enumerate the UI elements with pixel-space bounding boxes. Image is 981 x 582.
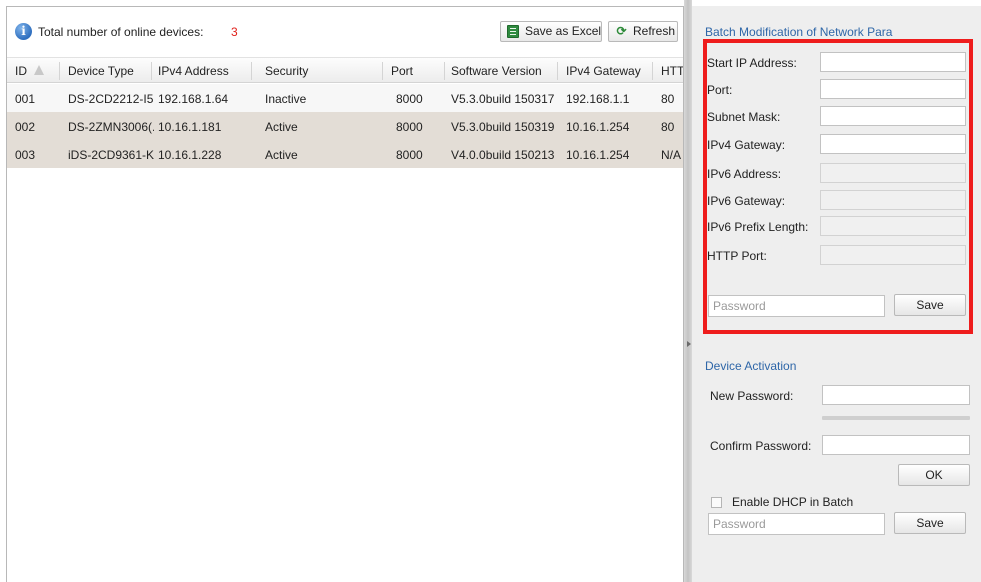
device-activation-title: Device Activation bbox=[705, 359, 797, 373]
cell-software-version: V5.3.0build 150319 bbox=[451, 120, 555, 134]
batch-password-input[interactable] bbox=[708, 295, 885, 317]
column-divider[interactable] bbox=[444, 62, 445, 80]
column-header-id[interactable]: ID bbox=[15, 64, 27, 78]
cell-ipv4-gateway: 192.168.1.1 bbox=[566, 92, 630, 106]
ok-button[interactable]: OK bbox=[898, 464, 970, 486]
batch-modification-title: Batch Modification of Network Para bbox=[705, 25, 893, 39]
refresh-icon: ⟳ bbox=[616, 24, 627, 38]
total-devices-label: Total number of online devices: bbox=[38, 25, 204, 39]
cell-port: 8000 bbox=[396, 120, 423, 134]
start-ip-address-input[interactable] bbox=[820, 52, 966, 72]
table-row[interactable]: 002 DS-2ZMN3006(... 10.16.1.181 Active 8… bbox=[7, 112, 683, 140]
cell-ipv4-address: 10.16.1.228 bbox=[158, 148, 222, 162]
dhcp-save-button[interactable]: Save bbox=[894, 512, 966, 534]
column-divider[interactable] bbox=[251, 62, 252, 80]
refresh-label: Refresh bbox=[633, 24, 676, 38]
cell-id: 003 bbox=[15, 148, 36, 162]
save-as-excel-label: Save as Excel bbox=[525, 24, 602, 38]
password-strength-bar bbox=[822, 416, 970, 420]
panel-splitter[interactable] bbox=[684, 0, 692, 582]
save-as-excel-button[interactable]: Save as Excel bbox=[500, 21, 602, 42]
collapse-arrow-icon[interactable] bbox=[687, 341, 691, 347]
column-divider[interactable] bbox=[652, 62, 653, 80]
ipv6-address-label: IPv6 Address: bbox=[707, 167, 782, 181]
new-password-label: New Password: bbox=[710, 389, 794, 403]
ipv6-address-input bbox=[820, 163, 966, 183]
ipv4-gateway-input[interactable] bbox=[820, 134, 966, 154]
ipv6-gateway-label: IPv6 Gateway: bbox=[707, 194, 786, 208]
column-header-ipv4-gateway[interactable]: IPv4 Gateway bbox=[566, 64, 641, 78]
column-header-software-version[interactable]: Software Version bbox=[451, 64, 542, 78]
table-row[interactable]: 001 DS-2CD2212-I5 192.168.1.64 Inactive … bbox=[7, 84, 683, 112]
cell-security: Active bbox=[265, 148, 298, 162]
table-row[interactable]: 003 iDS-2CD9361-KS 10.16.1.228 Active 80… bbox=[7, 140, 683, 168]
start-ip-address-label: Start IP Address: bbox=[707, 56, 797, 70]
enable-dhcp-label[interactable]: Enable DHCP in Batch bbox=[732, 495, 853, 509]
subnet-mask-label: Subnet Mask: bbox=[707, 110, 781, 124]
cell-ipv4-address: 192.168.1.64 bbox=[158, 92, 229, 106]
column-divider[interactable] bbox=[151, 62, 152, 80]
column-header-device-type[interactable]: Device Type bbox=[68, 64, 134, 78]
confirm-password-label: Confirm Password: bbox=[710, 439, 812, 453]
cell-ipv4-gateway: 10.16.1.254 bbox=[566, 148, 630, 162]
cell-port: 8000 bbox=[396, 148, 423, 162]
enable-dhcp-checkbox[interactable] bbox=[711, 497, 722, 508]
cell-ipv4-gateway: 10.16.1.254 bbox=[566, 120, 630, 134]
cell-http-port: 80 bbox=[661, 120, 675, 134]
ipv6-gateway-input bbox=[820, 190, 966, 210]
cell-device-type: DS-2ZMN3006(... bbox=[68, 120, 154, 134]
cell-http-port: 80 bbox=[661, 92, 675, 106]
column-header-port[interactable]: Port bbox=[391, 64, 413, 78]
cell-ipv4-address: 10.16.1.181 bbox=[158, 120, 222, 134]
batch-save-button[interactable]: Save bbox=[894, 294, 966, 316]
device-list-toolbar: i Total number of online devices: 3 Save… bbox=[7, 7, 683, 57]
port-input[interactable] bbox=[820, 79, 966, 99]
refresh-button[interactable]: ⟳ Refresh bbox=[608, 21, 678, 42]
column-header-security[interactable]: Security bbox=[265, 64, 308, 78]
subnet-mask-input[interactable] bbox=[820, 106, 966, 126]
cell-port: 8000 bbox=[396, 92, 423, 106]
http-port-input bbox=[820, 245, 966, 265]
http-port-label: HTTP Port: bbox=[707, 249, 767, 263]
cell-id: 001 bbox=[15, 92, 36, 106]
info-icon: i bbox=[15, 23, 32, 40]
port-label: Port: bbox=[707, 83, 733, 97]
dhcp-password-input[interactable] bbox=[708, 513, 885, 535]
column-header-http-port[interactable]: HTT bbox=[661, 64, 683, 78]
cell-device-type: DS-2CD2212-I5 bbox=[68, 92, 154, 106]
device-table-header: ID Device Type IPv4 Address Security Por… bbox=[7, 57, 683, 83]
ipv6-prefix-length-label: IPv6 Prefix Length: bbox=[707, 220, 809, 234]
cell-id: 002 bbox=[15, 120, 36, 134]
cell-device-type: iDS-2CD9361-KS bbox=[68, 148, 154, 162]
confirm-password-input[interactable] bbox=[822, 435, 970, 455]
device-list-panel: i Total number of online devices: 3 Save… bbox=[6, 6, 684, 582]
settings-panel: Batch Modification of Network Para Start… bbox=[692, 6, 981, 582]
cell-http-port: N/A bbox=[661, 148, 682, 162]
column-header-ipv4-address[interactable]: IPv4 Address bbox=[158, 64, 229, 78]
excel-icon bbox=[507, 25, 519, 38]
cell-software-version: V5.3.0build 150317 bbox=[451, 92, 555, 106]
cell-software-version: V4.0.0build 150213 bbox=[451, 148, 555, 162]
column-divider[interactable] bbox=[557, 62, 558, 80]
cell-security: Inactive bbox=[265, 92, 307, 106]
sort-ascending-icon bbox=[34, 65, 44, 75]
ipv4-gateway-label: IPv4 Gateway: bbox=[707, 138, 786, 152]
column-divider[interactable] bbox=[382, 62, 383, 80]
column-divider[interactable] bbox=[59, 62, 60, 80]
new-password-input[interactable] bbox=[822, 385, 970, 405]
cell-security: Active bbox=[265, 120, 298, 134]
ipv6-prefix-length-input bbox=[820, 216, 966, 236]
total-devices-count: 3 bbox=[231, 25, 238, 39]
